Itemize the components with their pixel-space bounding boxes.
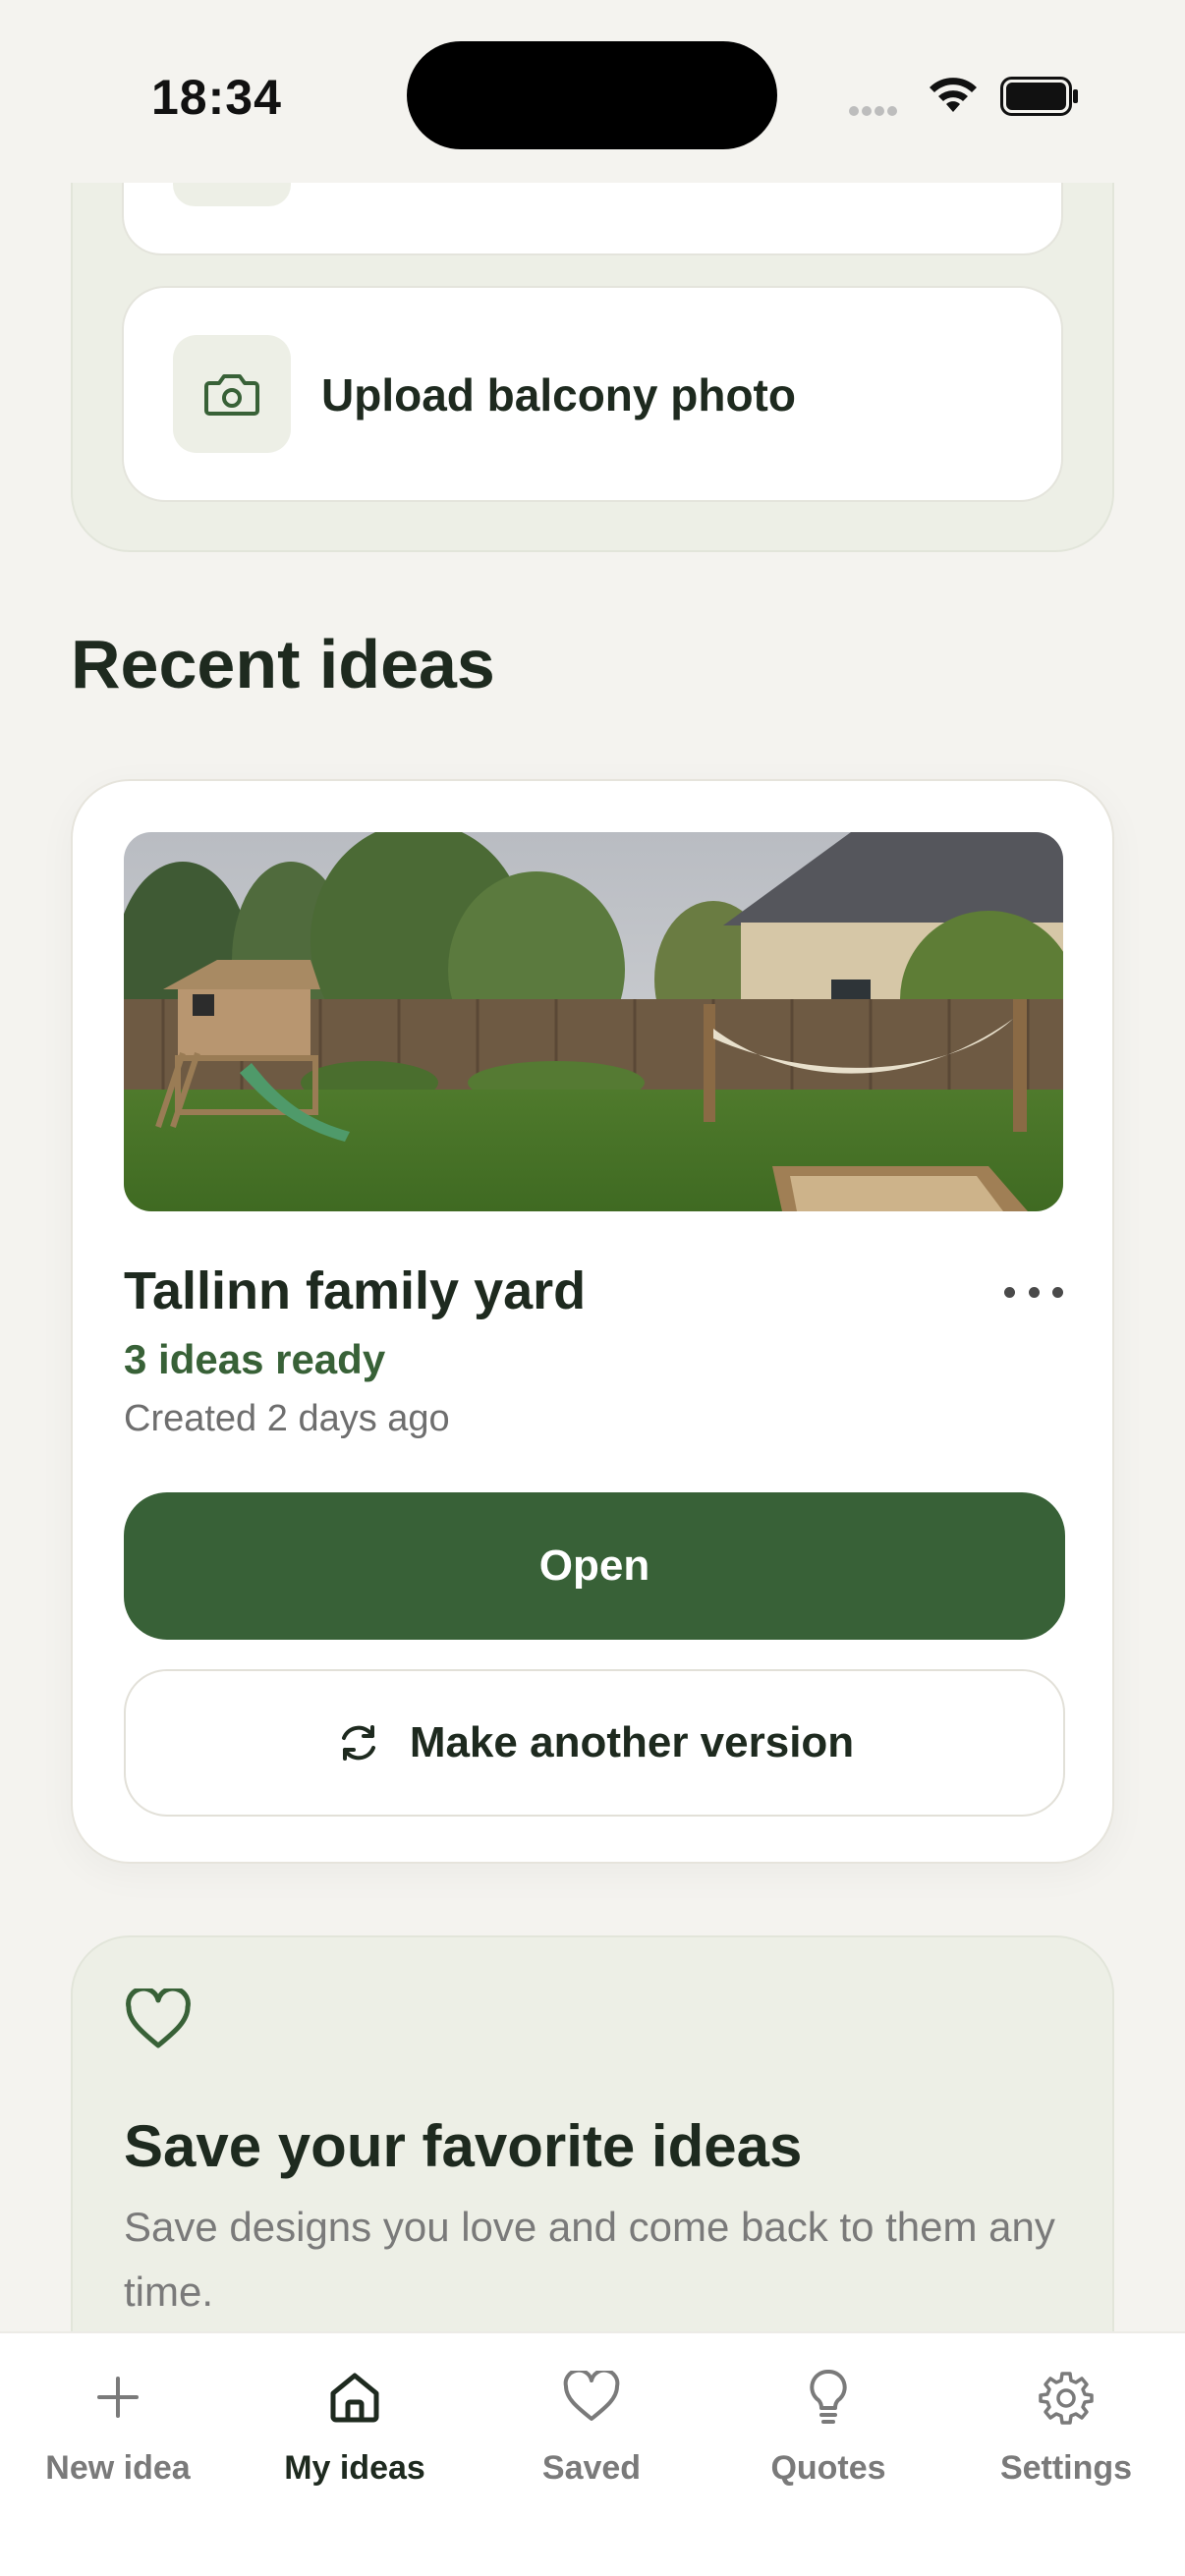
tab-label: Settings (999, 2449, 1133, 2487)
more-dot (1052, 1286, 1063, 1298)
status-time: 18:34 (151, 70, 282, 125)
upload-option-label: Upload balcony photo (321, 369, 796, 420)
status-bar: 18:34 (0, 0, 1185, 183)
battery-icon (1000, 77, 1078, 116)
idea-photo[interactable] (124, 832, 1063, 1211)
tab-settings[interactable]: Settings (948, 2363, 1184, 2510)
yard-photo-illustration (124, 832, 1063, 1211)
cellular-signal-icon (849, 103, 900, 121)
refresh-icon (341, 1725, 375, 1761)
tab-label: Quotes (770, 2449, 886, 2487)
created-timestamp: Created 2 days ago (124, 1398, 450, 1439)
tab-my-ideas[interactable]: My ideas (237, 2363, 473, 2510)
wifi-icon (930, 78, 977, 112)
make-another-version-label: Make another version (409, 1718, 855, 1766)
tab-label: Saved (541, 2449, 642, 2487)
camera-icon (204, 374, 259, 416)
make-another-version-button[interactable]: Make another version (124, 1669, 1065, 1817)
save-favorites-description: Save designs you love and come back to t… (124, 2204, 1055, 2315)
home-icon (330, 2373, 379, 2423)
lightbulb-icon (810, 2370, 847, 2424)
upload-balcony-photo-button[interactable]: Upload balcony photo (122, 286, 1063, 502)
tab-label: My ideas (284, 2449, 425, 2487)
more-options-button[interactable] (1004, 1277, 1063, 1307)
tab-bar: New idea My ideas Saved Quotes Settings (0, 2331, 1185, 2576)
heart-icon (563, 2371, 620, 2421)
idea-title: Tallinn family yard (124, 1261, 587, 1320)
save-favorites-title: Save your favorite ideas (124, 2113, 803, 2179)
section-title-recent-ideas: Recent ideas (71, 626, 495, 702)
idea-card: Tallinn family yard 3 ideas ready Create… (71, 779, 1114, 1864)
dynamic-island (407, 41, 777, 149)
plus-icon (97, 2377, 139, 2418)
open-button[interactable]: Open (124, 1492, 1065, 1640)
camera-icon-box (173, 335, 291, 453)
tab-saved[interactable]: Saved (474, 2363, 709, 2510)
more-dot (1028, 1286, 1040, 1298)
tab-label: New idea (45, 2449, 191, 2487)
tab-new-idea[interactable]: New idea (0, 2363, 236, 2510)
more-dot (1004, 1286, 1015, 1298)
gear-icon (1039, 2372, 1094, 2425)
tab-quotes[interactable]: Quotes (710, 2363, 946, 2510)
heart-icon (126, 1988, 191, 2048)
ideas-ready-status: 3 ideas ready (124, 1336, 386, 1382)
